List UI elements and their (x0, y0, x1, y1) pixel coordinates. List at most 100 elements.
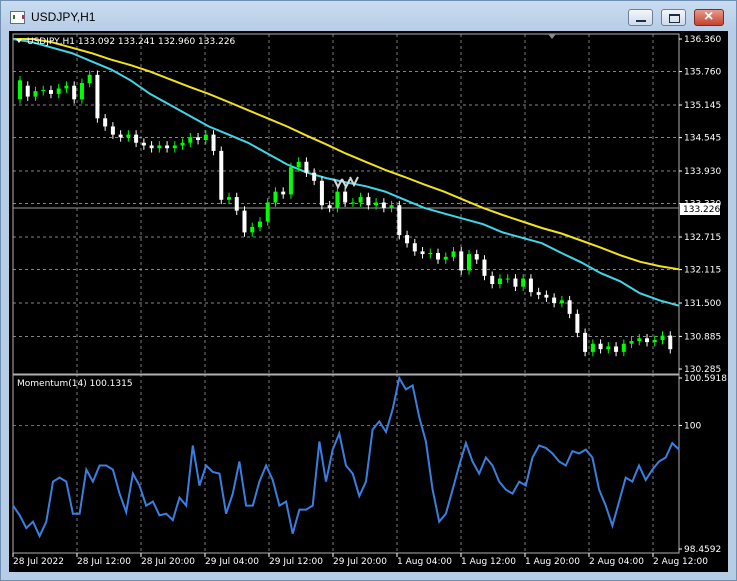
candle-body (405, 235, 410, 244)
price-tick-label: 135.145 (684, 101, 721, 111)
candle-body (118, 134, 123, 138)
candle-body (459, 251, 464, 271)
candle-body (590, 343, 595, 352)
ma-slow-line (13, 38, 680, 271)
candle-body (521, 278, 526, 287)
candle-body (126, 134, 131, 138)
candle-body (72, 85, 77, 100)
candle-body (335, 191, 340, 208)
maximize-button[interactable] (661, 9, 686, 26)
candle-body (389, 205, 394, 208)
terminal-window: USDJPY,H1 USDJPY,H1 133.092 133.241 132.… (0, 0, 737, 581)
candle-body (41, 90, 46, 92)
candle-body (652, 339, 657, 343)
candle-body (660, 335, 665, 340)
candle-body (668, 335, 673, 350)
price-tick-label: 132.715 (684, 233, 721, 243)
candle-body (79, 83, 84, 100)
minimize-button[interactable] (628, 9, 653, 26)
candle-body (211, 134, 216, 151)
candle-body (621, 343, 626, 352)
candle-body (203, 134, 208, 141)
time-tick-label: 28 Jul 12:00 (77, 557, 131, 567)
price-tick-label: 136.360 (684, 35, 721, 45)
candle-body (583, 332, 588, 352)
candle-body (443, 256, 448, 260)
candle-body (575, 313, 580, 333)
candle-body (513, 278, 518, 287)
candle-body (505, 278, 510, 280)
candle-body (64, 85, 69, 89)
candle-body (56, 88, 61, 94)
candle-body (614, 346, 619, 352)
time-tick-label: 29 Jul 20:00 (333, 557, 387, 567)
candle-body (374, 202, 379, 206)
candle-body (319, 180, 324, 206)
candle-body (645, 338, 650, 343)
price-tick-label: 131.500 (684, 299, 721, 309)
candles (18, 70, 673, 357)
candle-body (536, 292, 541, 295)
shift-marker (548, 34, 556, 39)
price-tick-label: 135.760 (684, 68, 721, 78)
indicator-tick-label: 100 (684, 421, 701, 431)
time-tick-label: 29 Jul 12:00 (269, 557, 323, 567)
momentum-line (12, 375, 680, 539)
symbol-header: USDJPY,H1 133.092 133.241 132.960 133.22… (27, 37, 236, 47)
candle-body (412, 243, 417, 252)
candle-body (598, 343, 603, 350)
price-chart[interactable]: USDJPY,H1 133.092 133.241 132.960 133.22… (9, 31, 728, 572)
close-button[interactable] (694, 8, 724, 26)
indicator-header: Momentum(14) 100.1315 (17, 379, 133, 389)
candle-body (474, 254, 479, 260)
time-axis: 28 Jul 2022 28 Jul 12:00 28 Jul 20:00 29 Ju… (12, 553, 708, 567)
candle-body (350, 202, 355, 204)
candle-body (358, 197, 363, 203)
candle-body (451, 251, 456, 257)
main-header: USDJPY,H1 133.092 133.241 132.960 133.22… (16, 37, 236, 47)
time-tick-label: 2 Aug 04:00 (589, 557, 644, 567)
candle-body (165, 145, 170, 149)
candle-body (242, 210, 247, 233)
candle-body (250, 226, 255, 233)
candle-body (180, 142, 185, 146)
time-tick-label: 28 Jul 2022 (13, 557, 64, 567)
candle-body (381, 202, 386, 208)
time-tick-label: 28 Jul 20:00 (141, 557, 195, 567)
candle-body (157, 145, 162, 149)
ma-fast-line (12, 38, 680, 307)
indicator-axis: 100.5918 100 98.4592 (679, 374, 727, 555)
candle-body (497, 278, 502, 284)
candle-body (436, 253, 441, 260)
indicator-tick-label: 100.5918 (684, 374, 727, 384)
candle-body (87, 74, 92, 83)
candle-body (567, 300, 572, 314)
price-tick-label: 132.115 (684, 266, 721, 276)
candle-body (296, 161, 301, 168)
candle-body (552, 297, 557, 303)
candle-body (490, 275, 495, 284)
candle-body (18, 80, 22, 100)
indicator-tick-label: 98.4592 (684, 545, 721, 555)
chart-area[interactable]: USDJPY,H1 133.092 133.241 132.960 133.22… (9, 31, 728, 572)
candle-body (466, 254, 471, 271)
candle-body (366, 197, 371, 206)
candle-body (288, 167, 293, 195)
candle-body (428, 253, 433, 255)
candle-body (420, 251, 425, 255)
current-price-label: 133.226 (683, 205, 720, 215)
time-tick-label: 2 Aug 12:00 (653, 557, 708, 567)
candle-body (227, 197, 232, 200)
window-title: USDJPY,H1 (31, 10, 96, 24)
title-bar[interactable]: USDJPY,H1 (1, 1, 736, 31)
candle-body (528, 278, 533, 293)
time-tick-label: 29 Jul 04:00 (205, 557, 259, 567)
candle-body (234, 197, 239, 211)
candle-body (103, 118, 108, 127)
candle-body (134, 134, 139, 143)
price-tick-label: 130.885 (684, 332, 721, 342)
time-tick-label: 1 Aug 12:00 (461, 557, 516, 567)
candle-body (327, 205, 332, 208)
candle-body (559, 300, 564, 303)
price-tick-label: 134.545 (684, 134, 721, 144)
